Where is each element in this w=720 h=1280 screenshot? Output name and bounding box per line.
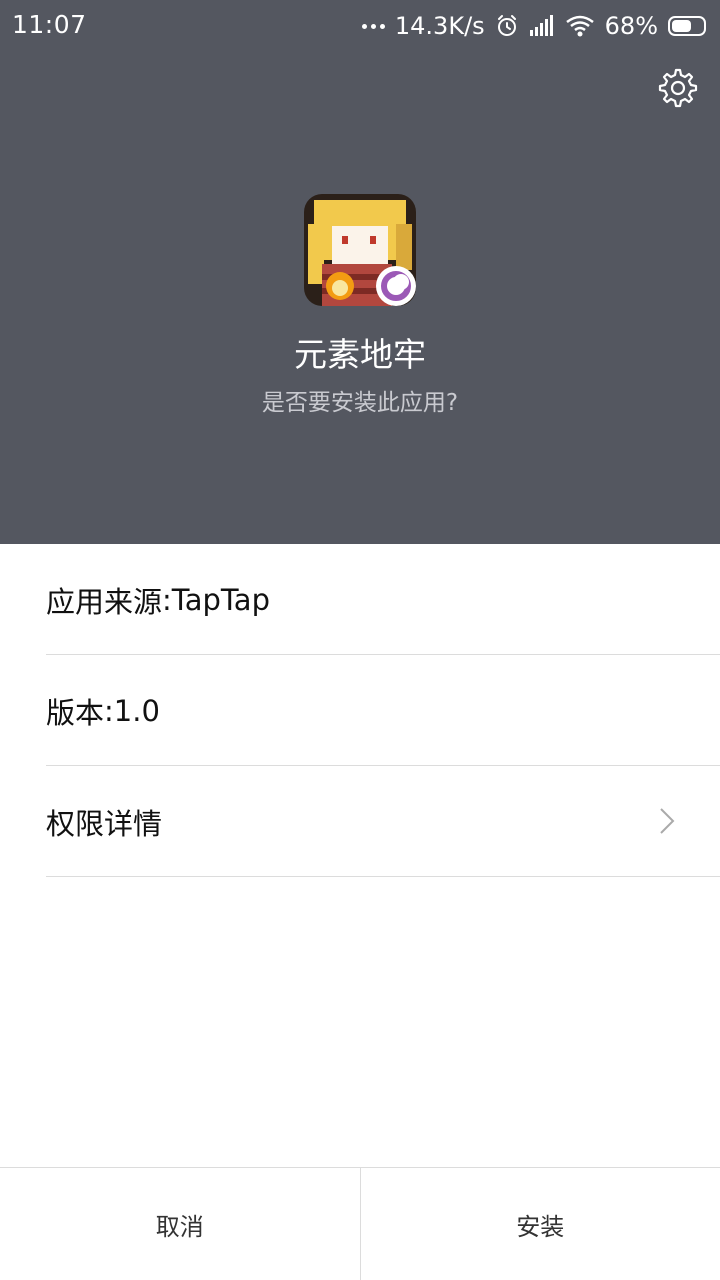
action-bar: 取消 安装 — [0, 1167, 720, 1280]
version-value: 1.0 — [113, 693, 160, 728]
chevron-right-icon — [660, 808, 675, 834]
app-icon-artwork — [304, 194, 416, 306]
source-value: TapTap — [171, 582, 270, 617]
gear-icon[interactable] — [658, 68, 698, 108]
app-icon — [304, 194, 416, 306]
signal-icon — [529, 15, 553, 36]
install-header: 11:07 14.3K/s 68% 元素地牢 是否要安装此应用? — [0, 0, 720, 544]
install-button[interactable]: 安装 — [359, 1168, 720, 1280]
app-name: 元素地牢 — [294, 335, 426, 374]
permissions-row[interactable]: 权限详情 — [46, 767, 720, 877]
battery-percent: 68% — [604, 12, 658, 40]
permissions-label: 权限详情 — [46, 806, 163, 841]
wifi-icon — [565, 15, 594, 37]
network-speed: 14.3K/s — [394, 12, 485, 40]
version-label: 版本 — [46, 695, 105, 730]
battery-icon — [668, 16, 706, 36]
battery-level — [672, 20, 692, 32]
more-dots-icon — [361, 23, 385, 29]
install-prompt: 是否要安装此应用? — [261, 390, 459, 416]
source-row: 应用来源: TapTap — [46, 545, 720, 655]
alarm-icon — [497, 15, 516, 36]
cancel-button[interactable]: 取消 — [0, 1168, 360, 1280]
status-time: 11:07 — [12, 10, 87, 39]
source-separator: : — [162, 582, 172, 617]
status-icons: 14.3K/s 68% — [361, 9, 706, 43]
source-label: 应用来源 — [46, 584, 163, 619]
version-row: 版本:1.0 — [46, 656, 720, 766]
version-separator: : — [104, 693, 114, 728]
status-bar: 11:07 14.3K/s 68% — [0, 0, 720, 52]
